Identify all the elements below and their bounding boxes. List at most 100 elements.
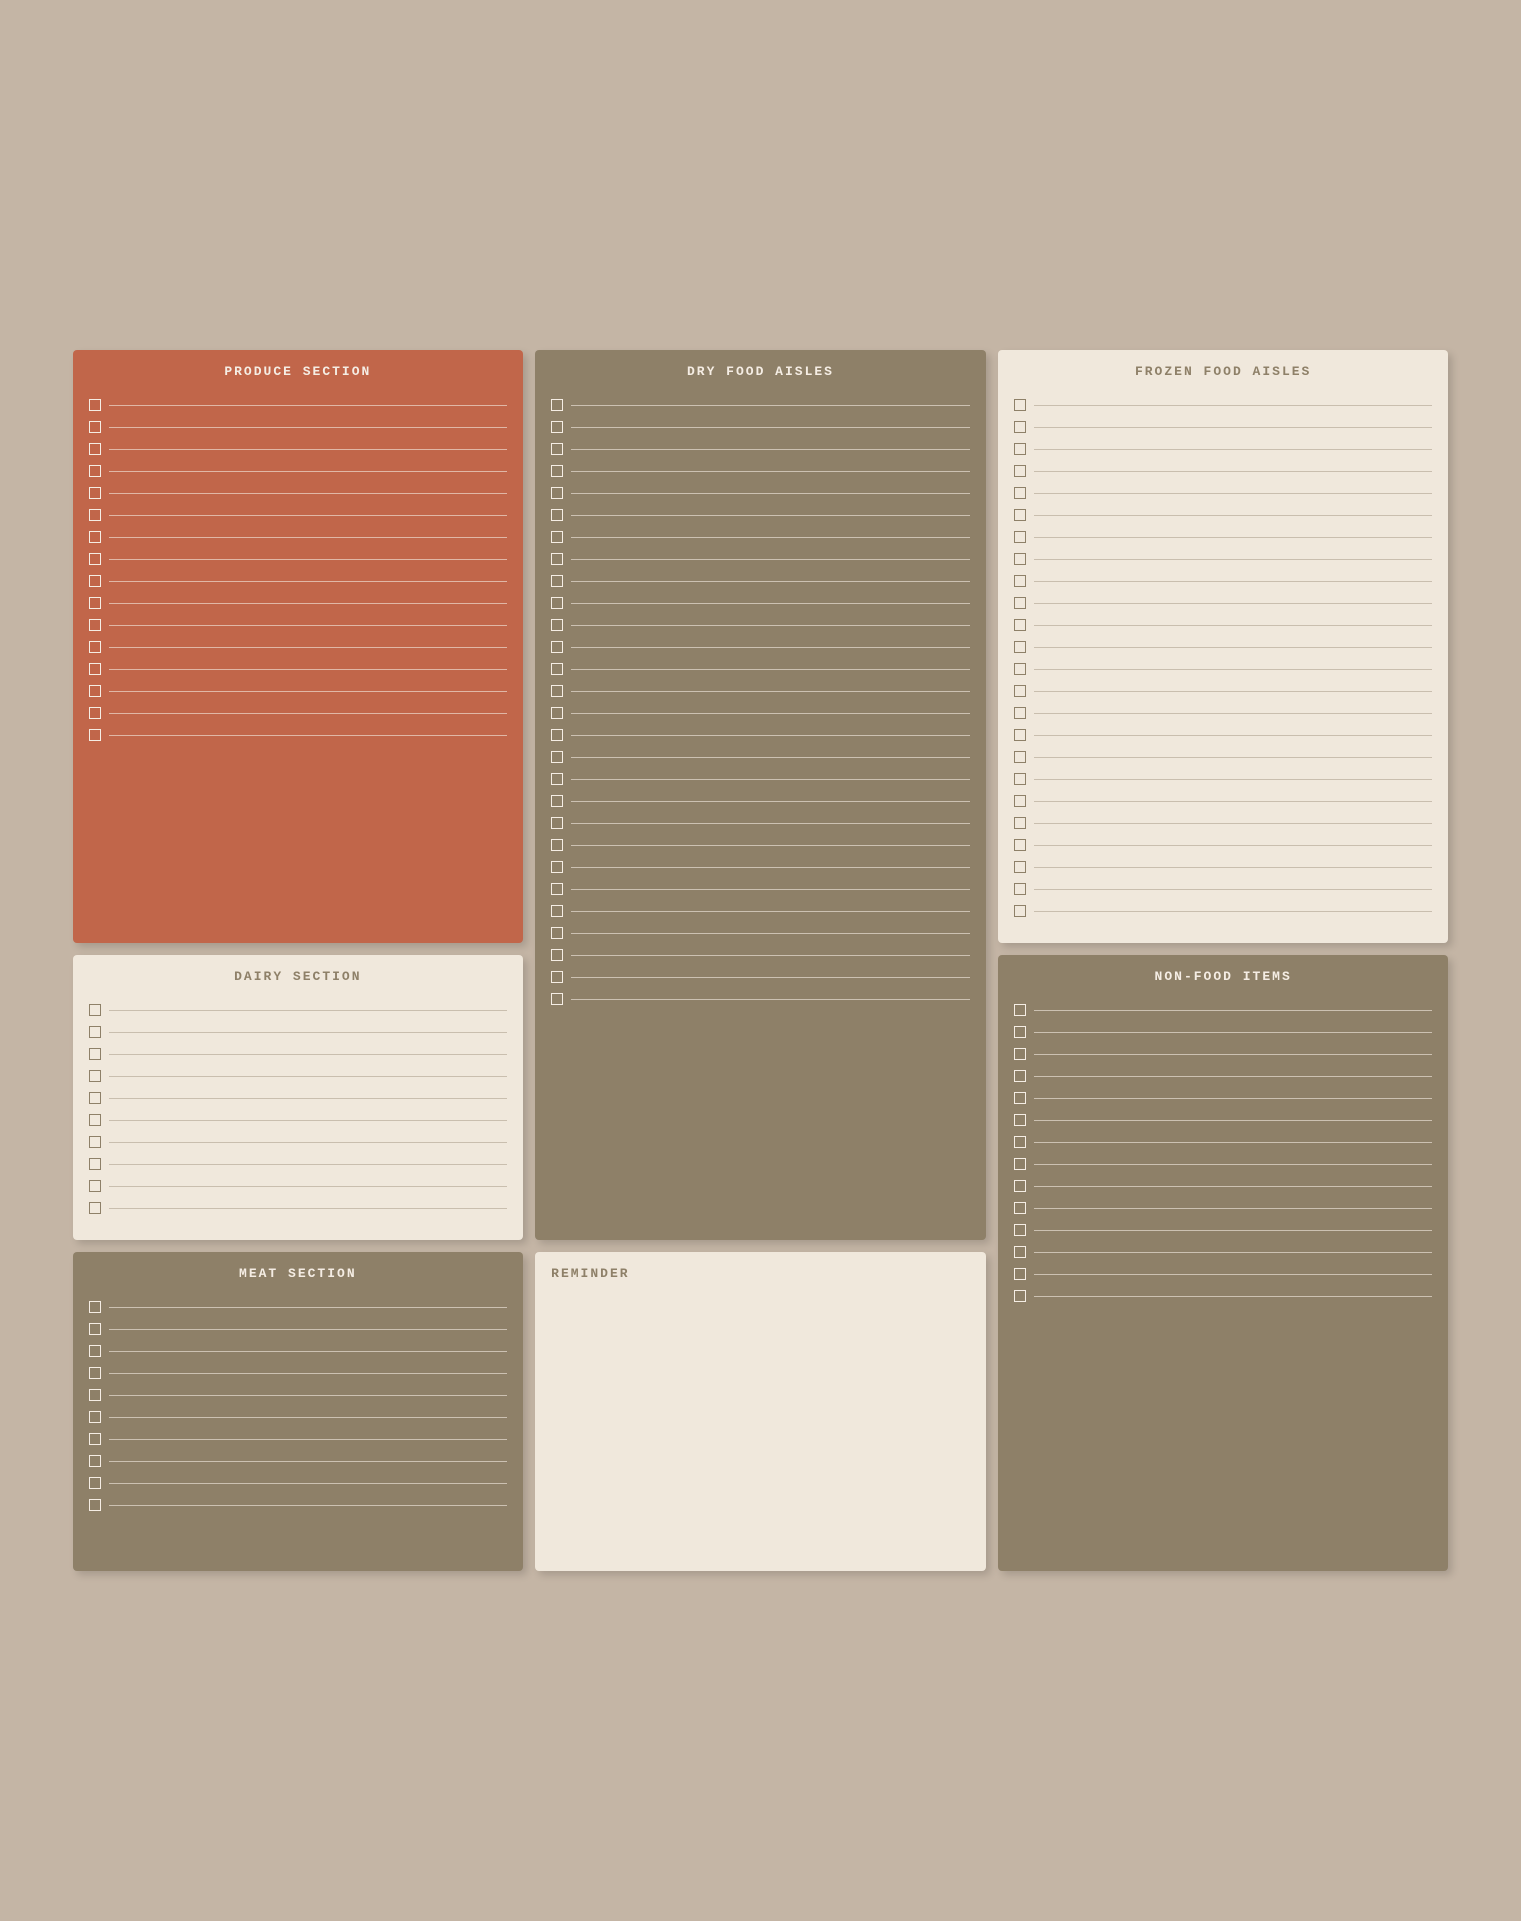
checkbox-icon[interactable] [1014, 1136, 1026, 1148]
checkbox-icon[interactable] [1014, 1026, 1026, 1038]
checkbox-icon[interactable] [1014, 399, 1026, 411]
checkbox-icon[interactable] [1014, 817, 1026, 829]
checkbox-icon[interactable] [89, 685, 101, 697]
checkbox-icon[interactable] [89, 641, 101, 653]
checkbox-icon[interactable] [89, 1136, 101, 1148]
checkbox-icon[interactable] [1014, 1048, 1026, 1060]
checkbox-icon[interactable] [89, 465, 101, 477]
checkbox-icon[interactable] [1014, 839, 1026, 851]
checkbox-icon[interactable] [1014, 421, 1026, 433]
checkbox-icon[interactable] [551, 399, 563, 411]
checkbox-icon[interactable] [551, 707, 563, 719]
checkbox-icon[interactable] [551, 927, 563, 939]
checkbox-icon[interactable] [1014, 509, 1026, 521]
checkbox-icon[interactable] [1014, 883, 1026, 895]
checkbox-icon[interactable] [89, 553, 101, 565]
checkbox-icon[interactable] [89, 1477, 101, 1489]
checkbox-icon[interactable] [1014, 1158, 1026, 1170]
checkbox-icon[interactable] [89, 487, 101, 499]
checkbox-icon[interactable] [551, 619, 563, 631]
checkbox-icon[interactable] [1014, 1224, 1026, 1236]
checkbox-icon[interactable] [89, 531, 101, 543]
checkbox-icon[interactable] [1014, 1114, 1026, 1126]
reminder-textarea[interactable] [551, 1301, 970, 1521]
checkbox-icon[interactable] [89, 421, 101, 433]
checkbox-icon[interactable] [1014, 1268, 1026, 1280]
checkbox-icon[interactable] [1014, 575, 1026, 587]
checkbox-icon[interactable] [89, 1070, 101, 1082]
checkbox-icon[interactable] [551, 883, 563, 895]
checkbox-icon[interactable] [89, 1389, 101, 1401]
checkbox-icon[interactable] [551, 905, 563, 917]
checkbox-icon[interactable] [1014, 487, 1026, 499]
checkbox-icon[interactable] [551, 509, 563, 521]
checkbox-icon[interactable] [89, 1202, 101, 1214]
checkbox-icon[interactable] [551, 531, 563, 543]
checkbox-icon[interactable] [551, 817, 563, 829]
checkbox-icon[interactable] [89, 443, 101, 455]
checkbox-icon[interactable] [89, 399, 101, 411]
checkbox-icon[interactable] [89, 1367, 101, 1379]
checkbox-icon[interactable] [1014, 1180, 1026, 1192]
checkbox-icon[interactable] [89, 619, 101, 631]
checkbox-icon[interactable] [1014, 905, 1026, 917]
checkbox-icon[interactable] [89, 1092, 101, 1104]
checkbox-icon[interactable] [1014, 1070, 1026, 1082]
checkbox-icon[interactable] [1014, 641, 1026, 653]
checkbox-icon[interactable] [89, 509, 101, 521]
checkbox-icon[interactable] [551, 487, 563, 499]
checkbox-icon[interactable] [89, 1433, 101, 1445]
checkbox-icon[interactable] [1014, 861, 1026, 873]
checkbox-icon[interactable] [551, 553, 563, 565]
checkbox-icon[interactable] [1014, 663, 1026, 675]
checkbox-icon[interactable] [551, 465, 563, 477]
checkbox-icon[interactable] [89, 1180, 101, 1192]
checkbox-icon[interactable] [1014, 685, 1026, 697]
checkbox-icon[interactable] [551, 597, 563, 609]
checkbox-icon[interactable] [89, 1301, 101, 1313]
checkbox-icon[interactable] [1014, 597, 1026, 609]
checkbox-icon[interactable] [551, 949, 563, 961]
checkbox-icon[interactable] [89, 1004, 101, 1016]
checkbox-icon[interactable] [551, 421, 563, 433]
checkbox-icon[interactable] [551, 729, 563, 741]
checkbox-icon[interactable] [551, 773, 563, 785]
reminder-body[interactable] [535, 1291, 986, 1571]
checkbox-icon[interactable] [89, 597, 101, 609]
checkbox-icon[interactable] [1014, 1202, 1026, 1214]
checkbox-icon[interactable] [89, 1411, 101, 1423]
checkbox-icon[interactable] [551, 751, 563, 763]
checkbox-icon[interactable] [551, 575, 563, 587]
checkbox-icon[interactable] [89, 1048, 101, 1060]
checkbox-icon[interactable] [551, 663, 563, 675]
checkbox-icon[interactable] [89, 575, 101, 587]
checkbox-icon[interactable] [1014, 465, 1026, 477]
checkbox-icon[interactable] [1014, 531, 1026, 543]
checkbox-icon[interactable] [89, 1499, 101, 1511]
checkbox-icon[interactable] [551, 685, 563, 697]
checkbox-icon[interactable] [89, 1026, 101, 1038]
checkbox-icon[interactable] [89, 1114, 101, 1126]
checkbox-icon[interactable] [551, 861, 563, 873]
checkbox-icon[interactable] [89, 1323, 101, 1335]
checkbox-icon[interactable] [1014, 553, 1026, 565]
checkbox-icon[interactable] [551, 795, 563, 807]
checkbox-icon[interactable] [89, 1345, 101, 1357]
checkbox-icon[interactable] [89, 707, 101, 719]
checkbox-icon[interactable] [1014, 443, 1026, 455]
checkbox-icon[interactable] [551, 971, 563, 983]
checkbox-icon[interactable] [1014, 707, 1026, 719]
checkbox-icon[interactable] [1014, 1004, 1026, 1016]
checkbox-icon[interactable] [1014, 1246, 1026, 1258]
checkbox-icon[interactable] [551, 993, 563, 1005]
checkbox-icon[interactable] [1014, 619, 1026, 631]
checkbox-icon[interactable] [89, 663, 101, 675]
checkbox-icon[interactable] [89, 1158, 101, 1170]
checkbox-icon[interactable] [1014, 795, 1026, 807]
checkbox-icon[interactable] [89, 1455, 101, 1467]
checkbox-icon[interactable] [1014, 729, 1026, 741]
checkbox-icon[interactable] [551, 641, 563, 653]
checkbox-icon[interactable] [1014, 1290, 1026, 1302]
checkbox-icon[interactable] [1014, 1092, 1026, 1104]
checkbox-icon[interactable] [551, 443, 563, 455]
